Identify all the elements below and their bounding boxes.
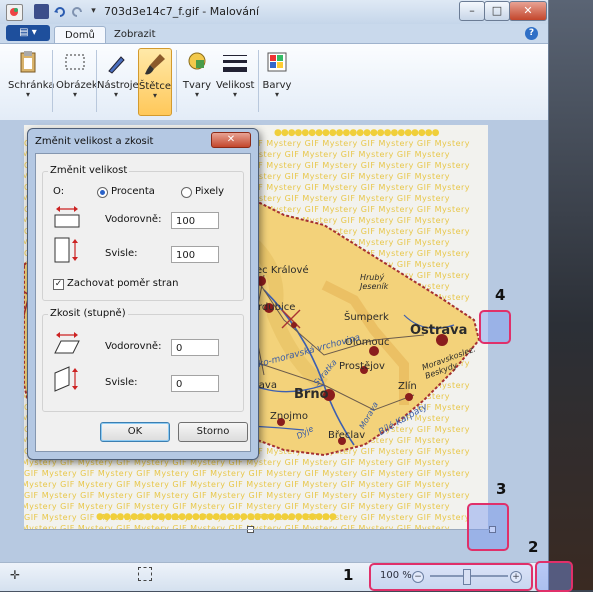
redo-icon[interactable] — [70, 4, 85, 19]
dialog-close-button[interactable]: ✕ — [211, 132, 251, 148]
tools-button[interactable]: Nástroje ▾ — [97, 48, 139, 114]
skew-vertical-input[interactable]: 0 — [171, 375, 219, 392]
paint-app-icon[interactable] — [6, 4, 23, 21]
clipboard-button[interactable]: Schránka ▾ — [8, 48, 55, 114]
map-label-znojmo: Znojmo — [270, 411, 308, 422]
chevron-down-icon: ▾ — [232, 90, 237, 99]
ribbon-separator — [176, 50, 177, 112]
help-icon[interactable]: ? — [525, 27, 538, 40]
resize-vertical-input[interactable]: 100 — [171, 246, 219, 263]
map-label-zlin: Zlín — [398, 381, 417, 392]
cursor-position-icon: ✛ — [10, 568, 21, 582]
shapes-button[interactable]: Tvary ▾ — [181, 48, 213, 114]
window-title: 703d3e14c7_f.gif - Malování — [104, 5, 260, 18]
skew-vertical-label: Svisle: — [105, 377, 138, 388]
skew-group-title: Zkosit (stupně) — [48, 308, 128, 319]
resize-vertical-label: Svisle: — [105, 248, 138, 259]
title-bar: ▾ 703d3e14c7_f.gif - Malování – □ ✕ — [0, 0, 548, 24]
ribbon-separator — [52, 50, 53, 112]
annotation-number-3: 3 — [496, 480, 507, 498]
resize-group: Změnit velikost O: Procenta Pixely Vodor… — [42, 165, 244, 301]
brushes-button[interactable]: Štětce ▾ — [138, 48, 172, 116]
horizontal-resize-icon — [53, 205, 81, 232]
chevron-down-icon: ▾ — [72, 90, 77, 99]
percent-radio[interactable] — [97, 187, 108, 198]
select-icon — [60, 48, 90, 78]
desktop-background — [549, 0, 593, 590]
size-button[interactable]: Velikost ▾ — [216, 48, 254, 114]
ribbon-separator — [258, 50, 259, 112]
resize-skew-dialog: Změnit velikost a zkosit ✕ Změnit veliko… — [27, 128, 259, 460]
resize-group-title: Změnit velikost — [48, 165, 130, 176]
customize-toolbar-icon[interactable]: ▾ — [86, 4, 101, 19]
annotation-number-1: 1 — [343, 566, 354, 584]
dialog-title: Změnit velikost a zkosit — [35, 136, 154, 147]
skew-horizontal-input[interactable]: 0 — [171, 339, 219, 356]
map-label-breclav: Břeclav — [328, 430, 366, 441]
chevron-down-icon: ▾ — [194, 90, 199, 99]
skew-horizontal-label: Vodorovně: — [105, 341, 162, 352]
save-icon[interactable] — [34, 4, 49, 19]
chevron-down-icon: ▾ — [113, 90, 118, 99]
annotation-number-2: 2 — [528, 538, 539, 556]
annotation-box-4 — [479, 310, 511, 344]
annotation-box-3 — [467, 503, 509, 551]
keep-ratio-checkbox[interactable]: ✓ — [53, 279, 64, 290]
selection-size-icon — [138, 567, 152, 581]
paint-menu-button[interactable]: ▤ ▾ — [6, 25, 50, 41]
ribbon: Schránka ▾ Obrázek ▾ Nástroje ▾ Štětce ▾ — [0, 43, 548, 121]
close-button[interactable]: ✕ — [509, 1, 547, 21]
keep-ratio-label[interactable]: Zachovat poměr stran — [67, 278, 178, 289]
skew-group: Zkosit (stupně) Vodorovně: 0 Svisle: 0 — [42, 308, 244, 412]
minimize-button[interactable]: – — [459, 1, 485, 21]
clipboard-icon — [13, 48, 43, 78]
map-label-brno: Brno — [294, 387, 329, 402]
by-label: O: — [53, 186, 65, 197]
vertical-resize-icon — [53, 236, 81, 267]
pencil-icon — [101, 48, 131, 78]
brush-icon — [140, 49, 170, 79]
map-label-ostrava: Ostrava — [410, 323, 468, 338]
paint-window: ▾ 703d3e14c7_f.gif - Malování – □ ✕ ▤ ▾ … — [0, 0, 549, 591]
line-width-icon — [220, 48, 250, 78]
map-label-jihlava: lava — [256, 380, 277, 391]
undo-icon[interactable] — [52, 4, 67, 19]
ribbon-tabs: ▤ ▾ Domů Zobrazit ? — [0, 24, 548, 45]
resize-horizontal-label: Vodorovně: — [105, 214, 162, 225]
map-label-jesenik: Hrubý Jeseník — [360, 273, 389, 291]
annotation-box-1 — [369, 563, 533, 591]
map-label-prostejov: Prostějov — [339, 361, 385, 372]
percent-label[interactable]: Procenta — [111, 186, 155, 197]
resize-horizontal-input[interactable]: 100 — [171, 212, 219, 229]
tab-view[interactable]: Zobrazit — [104, 26, 166, 44]
map-label-pardubice: rdubice — [258, 302, 296, 313]
map-label-sumperk: Šumperk — [344, 312, 389, 323]
maximize-button[interactable]: □ — [484, 1, 510, 21]
pixels-label[interactable]: Pixely — [195, 186, 224, 197]
pixels-radio[interactable] — [181, 187, 192, 198]
horizontal-rule — [24, 529, 490, 530]
colors-button[interactable]: Barvy ▾ — [262, 48, 292, 114]
annotation-number-4: 4 — [495, 286, 506, 304]
annotation-box-2 — [535, 561, 573, 592]
chevron-down-icon: ▾ — [274, 90, 279, 99]
cancel-button[interactable]: Storno — [178, 422, 248, 442]
vertical-skew-icon — [53, 365, 81, 396]
ok-button[interactable]: OK — [100, 422, 170, 442]
chevron-down-icon: ▾ — [152, 91, 157, 100]
chevron-down-icon: ▾ — [25, 90, 30, 99]
map-label-hradec: ec Králové — [256, 265, 309, 276]
shapes-icon — [182, 48, 212, 78]
dialog-body: Změnit velikost O: Procenta Pixely Vodor… — [35, 153, 251, 452]
image-button[interactable]: Obrázek ▾ — [56, 48, 98, 114]
horizontal-skew-icon — [53, 331, 81, 358]
palette-icon — [262, 48, 292, 78]
